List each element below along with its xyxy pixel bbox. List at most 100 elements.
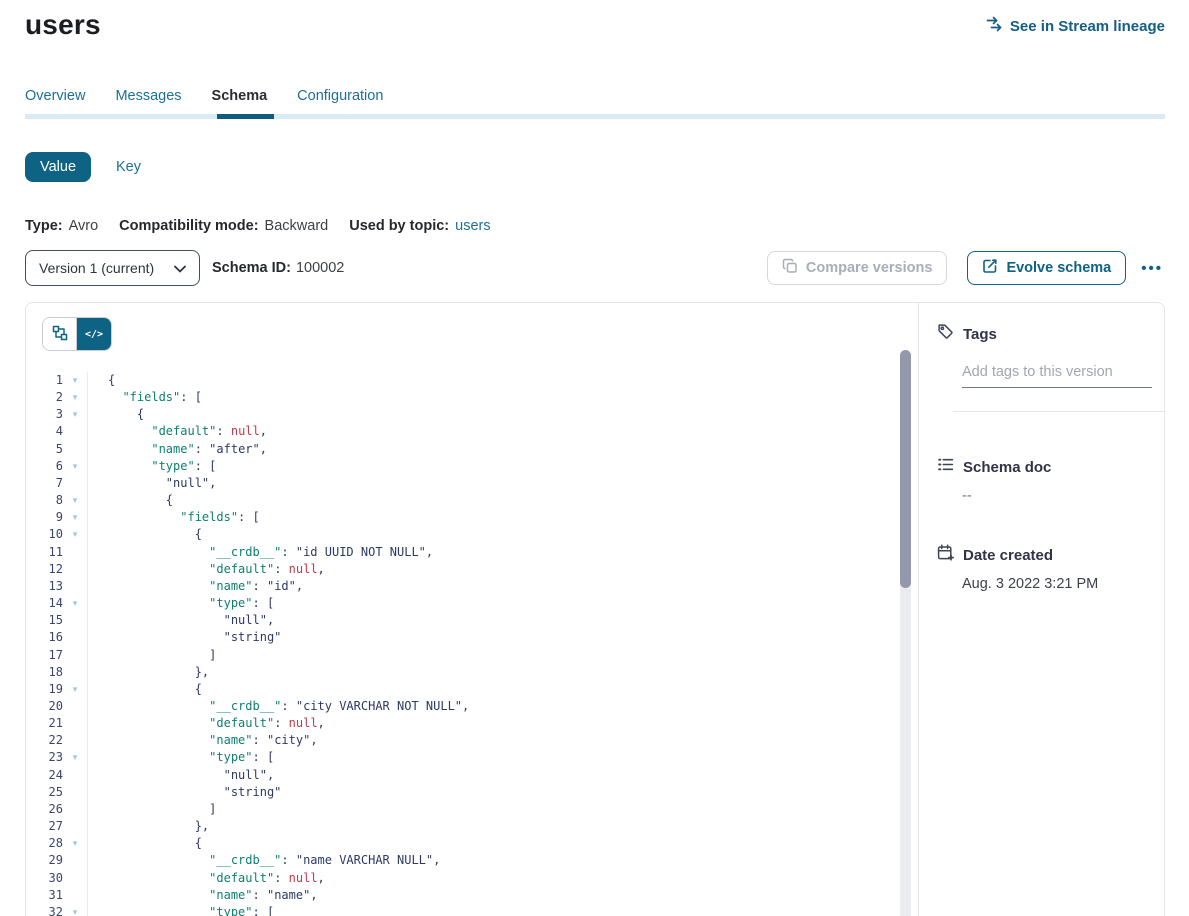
line-number: 30 bbox=[26, 870, 63, 887]
code-text[interactable]: "type": [ bbox=[88, 458, 216, 475]
schema-doc-header: Schema doc bbox=[937, 456, 1144, 478]
see-in-stream-lineage-link[interactable]: See in Stream lineage bbox=[986, 16, 1165, 36]
code-text[interactable]: "string" bbox=[88, 629, 281, 646]
version-select[interactable]: Version 1 (current) bbox=[25, 250, 200, 286]
code-view-button[interactable]: </> bbox=[77, 318, 111, 350]
code-view-icon: </> bbox=[85, 329, 103, 340]
line-number: 10 bbox=[26, 526, 63, 543]
line-number: 32 bbox=[26, 904, 63, 916]
fold-arrow-icon[interactable]: ▾ bbox=[63, 372, 87, 389]
fold-arrow-icon[interactable]: ▾ bbox=[63, 509, 87, 526]
code-text[interactable]: { bbox=[88, 835, 202, 852]
fold-arrow-icon[interactable]: ▾ bbox=[63, 835, 87, 852]
code-line: 23▾ "type": [ bbox=[26, 749, 918, 766]
add-tags-input[interactable] bbox=[962, 364, 1152, 388]
tab-configuration[interactable]: Configuration bbox=[297, 88, 383, 104]
code-text[interactable]: ] bbox=[88, 801, 216, 818]
code-text[interactable]: { bbox=[88, 681, 202, 698]
line-number: 22 bbox=[26, 732, 63, 749]
line-number: 28 bbox=[26, 835, 63, 852]
code-text[interactable]: "null", bbox=[88, 475, 216, 492]
code-text[interactable]: { bbox=[88, 492, 173, 509]
code-text[interactable]: "default": null, bbox=[88, 423, 267, 440]
code-text[interactable]: "__crdb__": "id UUID NOT NULL", bbox=[88, 544, 433, 561]
line-number: 12 bbox=[26, 561, 63, 578]
code-text[interactable]: "name": "after", bbox=[88, 441, 267, 458]
compare-versions-button[interactable]: Compare versions bbox=[767, 251, 948, 285]
code-text[interactable]: "string" bbox=[88, 784, 281, 801]
tree-view-button[interactable] bbox=[43, 318, 77, 350]
list-icon bbox=[937, 456, 954, 478]
code-text[interactable]: { bbox=[88, 372, 115, 389]
fold-arrow-icon[interactable]: ▾ bbox=[63, 492, 87, 509]
fold-arrow-icon[interactable]: ▾ bbox=[63, 389, 87, 406]
fold-spacer bbox=[63, 732, 87, 749]
fold-spacer bbox=[63, 852, 87, 869]
fold-arrow-icon[interactable]: ▾ bbox=[63, 749, 87, 766]
fold-arrow-icon[interactable]: ▾ bbox=[63, 681, 87, 698]
fold-arrow-icon[interactable]: ▾ bbox=[63, 595, 87, 612]
fold-arrow-icon[interactable]: ▾ bbox=[63, 526, 87, 543]
code-line: 18 }, bbox=[26, 664, 918, 681]
meta-compatibility: Compatibility mode:Backward bbox=[119, 218, 328, 234]
code-text[interactable]: { bbox=[88, 526, 202, 543]
tags-title: Tags bbox=[963, 326, 997, 343]
fold-arrow-icon[interactable]: ▾ bbox=[63, 406, 87, 423]
code-text[interactable]: "name": "name", bbox=[88, 887, 318, 904]
code-line: 15 "null", bbox=[26, 612, 918, 629]
code-line: 14▾ "type": [ bbox=[26, 595, 918, 612]
code-text[interactable]: "default": null, bbox=[88, 870, 325, 887]
schema-side-panel: Tags Schema doc -- bbox=[918, 303, 1164, 916]
fold-spacer bbox=[63, 629, 87, 646]
more-options-button[interactable]: ••• bbox=[1139, 260, 1165, 277]
edit-icon bbox=[982, 258, 998, 278]
code-line: 6▾ "type": [ bbox=[26, 458, 918, 475]
value-toggle-button[interactable]: Value bbox=[25, 152, 91, 182]
editor-scrollbar-thumb[interactable] bbox=[900, 350, 911, 588]
editor-scrollbar-track[interactable] bbox=[900, 350, 911, 916]
code-line: 11 "__crdb__": "id UUID NOT NULL", bbox=[26, 544, 918, 561]
code-line: 22 "name": "city", bbox=[26, 732, 918, 749]
code-text[interactable]: "fields": [ bbox=[88, 509, 260, 526]
code-text[interactable]: "fields": [ bbox=[88, 389, 202, 406]
code-text[interactable]: "type": [ bbox=[88, 749, 274, 766]
code-line: 24 "null", bbox=[26, 767, 918, 784]
code-text[interactable]: "null", bbox=[88, 767, 274, 784]
schema-id-value: 100002 bbox=[296, 260, 344, 276]
code-text[interactable]: "type": [ bbox=[88, 595, 274, 612]
fold-spacer bbox=[63, 818, 87, 835]
key-toggle-button[interactable]: Key bbox=[116, 159, 141, 175]
code-text[interactable]: }, bbox=[88, 818, 209, 835]
code-text[interactable]: { bbox=[88, 406, 144, 423]
schema-card: </> 1▾{2▾ "fields": [3▾ {4 "default": nu… bbox=[25, 302, 1165, 916]
fold-spacer bbox=[63, 664, 87, 681]
code-text[interactable]: "__crdb__": "name VARCHAR NULL", bbox=[88, 852, 440, 869]
line-number: 8 bbox=[26, 492, 63, 509]
tab-overview[interactable]: Overview bbox=[25, 88, 85, 104]
fold-spacer bbox=[63, 647, 87, 664]
line-number: 15 bbox=[26, 612, 63, 629]
meta-topic-link[interactable]: users bbox=[455, 218, 490, 234]
line-number: 2 bbox=[26, 389, 63, 406]
code-text[interactable]: "null", bbox=[88, 612, 274, 629]
code-text[interactable]: ] bbox=[88, 647, 216, 664]
line-number: 3 bbox=[26, 406, 63, 423]
fold-arrow-icon[interactable]: ▾ bbox=[63, 904, 87, 916]
code-text[interactable]: }, bbox=[88, 664, 209, 681]
code-text[interactable]: "type": [ bbox=[88, 904, 274, 916]
code-text[interactable]: "name": "id", bbox=[88, 578, 303, 595]
tab-messages[interactable]: Messages bbox=[115, 88, 181, 104]
line-number: 31 bbox=[26, 887, 63, 904]
code-text[interactable]: "default": null, bbox=[88, 561, 325, 578]
active-tab-indicator bbox=[217, 114, 274, 119]
tab-schema[interactable]: Schema bbox=[212, 88, 268, 104]
fold-arrow-icon[interactable]: ▾ bbox=[63, 458, 87, 475]
version-bar: Version 1 (current) Schema ID:100002 Com… bbox=[25, 250, 1165, 286]
code-text[interactable]: "name": "city", bbox=[88, 732, 318, 749]
code-line: 17 ] bbox=[26, 647, 918, 664]
code-text[interactable]: "default": null, bbox=[88, 715, 325, 732]
code-text[interactable]: "__crdb__": "city VARCHAR NOT NULL", bbox=[88, 698, 469, 715]
code-line: 28▾ { bbox=[26, 835, 918, 852]
schema-code-editor[interactable]: 1▾{2▾ "fields": [3▾ {4 "default": null,5… bbox=[26, 372, 918, 916]
evolve-schema-button[interactable]: Evolve schema bbox=[967, 251, 1126, 285]
